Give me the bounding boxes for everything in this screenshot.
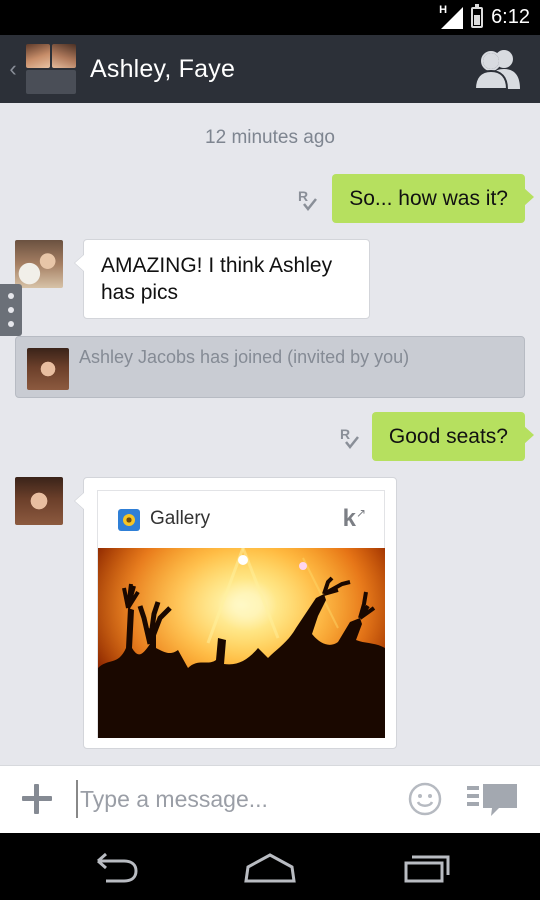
system-message-text: Ashley Jacobs has joined (invited by you… xyxy=(79,347,410,367)
send-icon[interactable] xyxy=(465,780,519,820)
avatar[interactable] xyxy=(15,240,63,288)
status-bar: H 6:12 xyxy=(0,0,540,35)
concert-photo[interactable] xyxy=(98,548,385,738)
home-icon[interactable] xyxy=(242,851,298,885)
timestamp: 12 minutes ago xyxy=(205,127,335,148)
chat-header: ‹ Ashley, Faye xyxy=(0,35,540,103)
message-input[interactable] xyxy=(76,780,386,818)
emoji-icon[interactable] xyxy=(408,782,442,816)
message-text: Good seats? xyxy=(388,425,508,448)
card-header: Gallery k↗ xyxy=(98,491,384,547)
message-text: AMAZING! I think Ashley xyxy=(101,254,333,277)
gallery-card[interactable]: Gallery k↗ xyxy=(74,477,397,749)
card-title: Gallery xyxy=(150,508,211,529)
message-text: has pics xyxy=(101,281,179,304)
avatar xyxy=(27,348,69,390)
back-icon[interactable] xyxy=(84,851,140,885)
drawer-handle[interactable] xyxy=(0,284,22,336)
network-type: H xyxy=(439,3,448,16)
back-chevron-icon[interactable]: ‹ xyxy=(2,56,24,82)
clock: 6:12 xyxy=(491,6,530,28)
signal-icon: H xyxy=(439,3,464,29)
read-receipt-icon: R xyxy=(296,187,320,213)
plus-icon[interactable] xyxy=(20,782,54,816)
message-text: So... how was it? xyxy=(349,187,508,210)
read-receipt-icon: R xyxy=(338,425,362,451)
navigation-bar xyxy=(0,833,540,900)
system-message: Ashley Jacobs has joined (invited by you… xyxy=(15,336,525,398)
svg-text:R: R xyxy=(298,188,308,204)
recent-apps-icon[interactable] xyxy=(400,851,456,885)
message-incoming[interactable]: AMAZING! I think Ashley has pics xyxy=(74,239,370,319)
k-share-icon[interactable]: k↗ xyxy=(343,505,366,533)
avatar[interactable] xyxy=(15,477,63,525)
message-composer xyxy=(0,765,540,833)
battery-icon xyxy=(471,4,484,28)
members-icon[interactable] xyxy=(473,47,522,91)
chat-area[interactable]: 12 minutes ago R So... how was it? AMAZI… xyxy=(0,103,540,765)
chat-title[interactable]: Ashley, Faye xyxy=(90,55,235,84)
group-avatar[interactable] xyxy=(26,44,76,94)
message-outgoing[interactable]: So... how was it? xyxy=(332,174,534,223)
message-outgoing[interactable]: Good seats? xyxy=(371,412,535,461)
gallery-icon xyxy=(118,509,140,531)
svg-text:R: R xyxy=(340,426,350,442)
